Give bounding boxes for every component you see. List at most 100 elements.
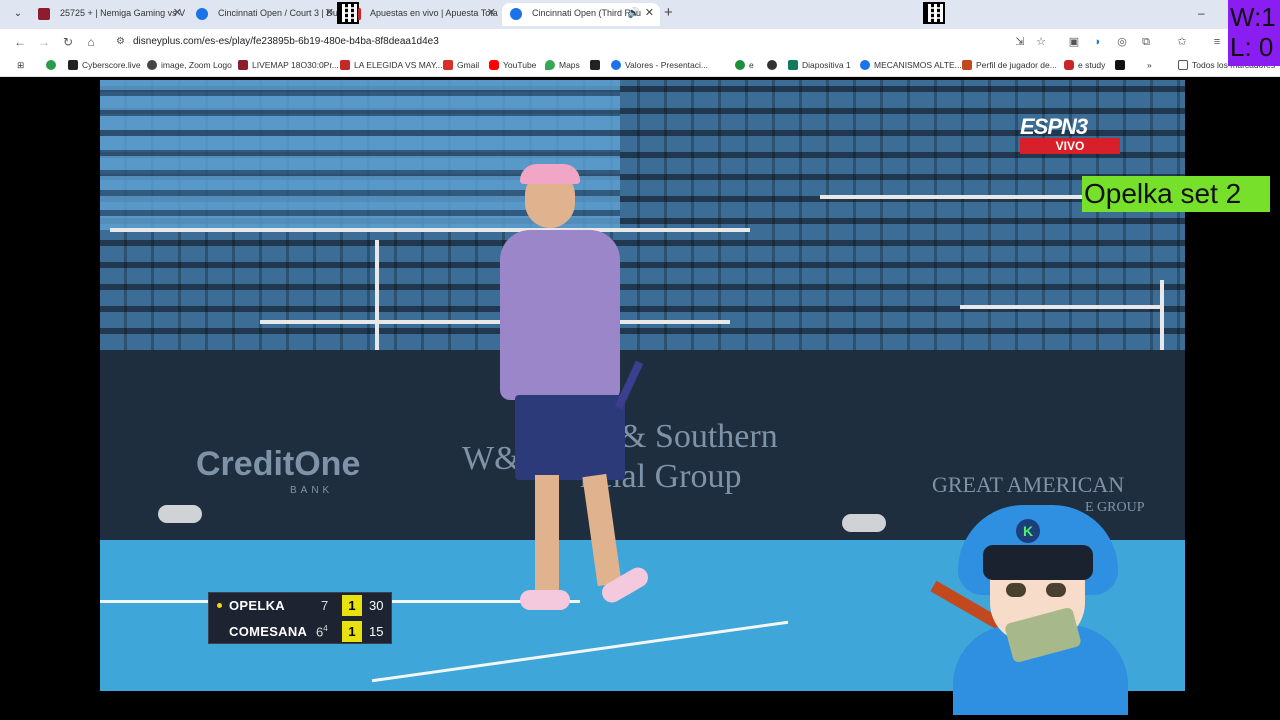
courtside-microphone (842, 514, 886, 532)
player-name: COMESANA (229, 624, 308, 639)
tab-title: Cincinnati Open (Third Rou (532, 8, 642, 18)
close-icon[interactable]: ✕ (645, 3, 654, 24)
favorites-icon[interactable]: ✩ (1175, 35, 1189, 49)
bookmark-item[interactable]: Maps (545, 59, 580, 71)
close-icon[interactable]: ✕ (487, 3, 496, 24)
avatar-hair (983, 545, 1093, 580)
bookmark-label: e study (1078, 60, 1106, 70)
bet-label: Opelka set 2 (1082, 176, 1270, 212)
bookmark-favicon (340, 60, 350, 70)
bookmark-item[interactable]: MECANISMOS ALTE... (860, 59, 962, 71)
bookmark-item[interactable]: Diapositiva 1 (788, 59, 851, 71)
losses-count: L: 0 (1230, 32, 1274, 62)
bookmark-label: Cyberscore.live (82, 60, 141, 70)
minimize-icon[interactable]: – (1198, 6, 1205, 20)
puzzle-icon[interactable]: ⧉ (1139, 35, 1153, 49)
bookmark-favicon (962, 60, 972, 70)
reload-icon[interactable]: ↻ (60, 34, 76, 50)
bookmark-item[interactable]: Perfil de jugador de... (962, 59, 1057, 71)
apps-grid-icon[interactable]: ⊞ (17, 59, 24, 71)
bookmarks-overflow-button[interactable]: » (1147, 59, 1152, 71)
tab-cincinnati-third-round[interactable]: Cincinnati Open (Third Rou 🔊 ✕ (502, 3, 660, 26)
set2-score: 1 (342, 621, 362, 642)
tab-strip: ⌄ 25725 + | Nemiga Gaming vs V ✕ Cincinn… (0, 0, 1280, 29)
bookmark-label: Perfil de jugador de... (976, 60, 1057, 70)
bookmark-label: LA ELEGIDA VS MAY... (354, 60, 443, 70)
bookmark-favicon (147, 60, 157, 70)
bookmark-item[interactable]: Gmail (443, 59, 479, 71)
forward-arrow-icon[interactable]: → (36, 34, 52, 50)
url-text: disneyplus.com/es-es/play/fe23895b-6b19-… (133, 36, 439, 47)
new-tab-button[interactable]: + (664, 4, 673, 21)
bookmarks-bar: ⊞ Cyberscore.live image, Zoom Logo LIVEM… (0, 55, 1280, 77)
extension-icon[interactable]: ◎ (1115, 35, 1129, 49)
bookmark-label: Maps (559, 60, 580, 70)
bookmark-favicon (46, 60, 56, 70)
serving-indicator (217, 603, 222, 608)
avatar-eye (1046, 583, 1066, 597)
bookmark-star-icon[interactable]: ☆ (1034, 35, 1048, 49)
bookmark-label: Gmail (457, 60, 480, 70)
bookmark-item[interactable]: e (735, 59, 754, 71)
tab-cincinnati-court3[interactable]: Cincinnati Open / Court 3 | Du ✕ (188, 3, 340, 26)
channel-logo: ESPN3 VIVO (1020, 116, 1124, 156)
tennis-player (480, 150, 660, 630)
tab-apuestas[interactable]: Apuestas en vivo | Apuesta Tota ✕ (340, 3, 502, 26)
game-points: 30 (369, 598, 384, 613)
back-arrow-icon[interactable]: ← (12, 34, 28, 50)
bookmark-item[interactable]: LIVEMAP 18O30:0Pr... (238, 59, 339, 71)
bookmark-label: image, Zoom Logo (161, 60, 232, 70)
bookmark-favicon (735, 60, 745, 70)
youtube-icon (489, 60, 499, 70)
bookmark-item[interactable]: LA ELEGIDA VS MAY... (340, 59, 443, 71)
stand-railing (960, 305, 1160, 309)
folder-icon (1178, 60, 1188, 70)
bookmark-item[interactable]: Valores - Presentaci... (611, 59, 708, 71)
tab-search-button[interactable]: ⌄ (8, 5, 28, 23)
close-icon[interactable]: ✕ (325, 3, 334, 24)
bookmark-favicon (68, 60, 78, 70)
site-info-icon[interactable]: ⚙ (116, 36, 125, 47)
bookmark-item[interactable]: YouTube (489, 59, 536, 71)
bookmark-item[interactable]: e study (1064, 59, 1105, 71)
player-name: OPELKA (229, 598, 285, 613)
translate-icon[interactable]: ◗ (1091, 35, 1105, 49)
avatar-eye (1006, 583, 1026, 597)
bookmark-label: e (749, 60, 754, 70)
court-line (371, 620, 789, 683)
scoreboard-row: COMESANA 64 1 15 (209, 619, 393, 644)
win-loss-counter: W:1 L: 0 (1228, 0, 1280, 66)
close-icon[interactable]: ✕ (173, 3, 182, 24)
tab-nemiga[interactable]: 25725 + | Nemiga Gaming vs V ✕ (30, 3, 188, 26)
speaker-icon[interactable]: 🔊 (628, 3, 640, 24)
extension-icon[interactable]: ▣ (1067, 35, 1081, 49)
bookmark-item[interactable]: image, Zoom Logo (147, 59, 232, 71)
sponsor-creditone: CreditOne (196, 445, 361, 483)
courtside-microphone (158, 505, 202, 523)
address-bar[interactable]: ⚙ disneyplus.com/es-es/play/fe23895b-6b1… (108, 32, 1058, 52)
maps-icon (545, 60, 555, 70)
bookmark-favicon (1115, 60, 1125, 70)
set1-score: 64 (316, 624, 328, 640)
kick-logo-icon: K (1016, 519, 1040, 543)
tab-title: 25725 + | Nemiga Gaming vs V (60, 8, 186, 18)
bookmark-favicon (788, 60, 798, 70)
home-icon[interactable]: ⌂ (83, 34, 99, 50)
sponsor-great-american-line1: GREAT AMERICAN (932, 472, 1125, 497)
bookmark-label: Valores - Presentaci... (625, 60, 708, 70)
stand-railing (1160, 280, 1164, 350)
bookmark-favicon (860, 60, 870, 70)
tab-title: Cincinnati Open / Court 3 | Du (218, 8, 338, 18)
bookmark-label: Diapositiva 1 (802, 60, 851, 70)
tab-favicon (358, 8, 361, 20)
tiebreak-score: 4 (323, 624, 328, 633)
install-app-icon[interactable]: ⇲ (1013, 35, 1027, 49)
tab-favicon (38, 8, 50, 20)
scoreboard-row: OPELKA 7 1 30 (209, 593, 393, 618)
bookmark-item[interactable]: Cyberscore.live (68, 59, 141, 71)
bookmark-favicon (590, 60, 600, 70)
menu-icon[interactable]: ≡ (1210, 35, 1224, 49)
sponsor-creditone-sub: BANK (290, 485, 334, 496)
bookmark-favicon (238, 60, 248, 70)
bookmark-label: MECANISMOS ALTE... (874, 60, 962, 70)
